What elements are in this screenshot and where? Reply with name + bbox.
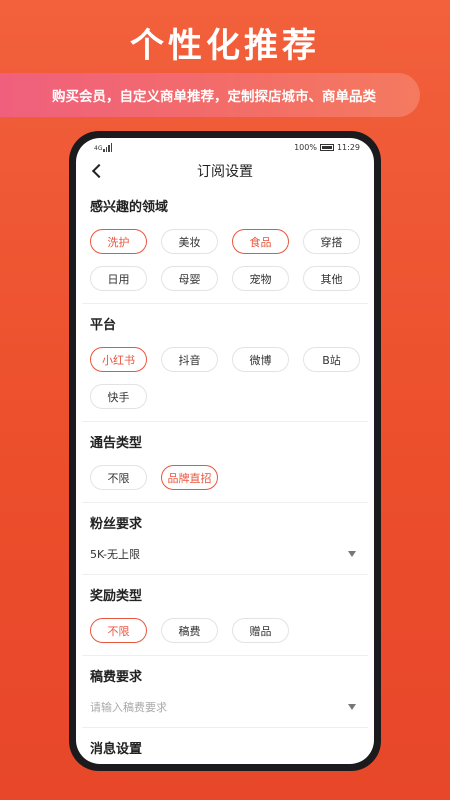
section-title: 粉丝要求 [90,517,143,532]
fee-input[interactable]: 请输入稿费要求 [90,685,360,727]
reward-chip[interactable]: 稿费 [161,618,218,643]
dropdown-caret-icon [348,704,356,710]
platform-chip[interactable]: B站 [303,347,360,372]
section-notice-type: 通告类型 不限 品牌直招 [82,422,368,503]
battery-percent: 100% [294,142,317,152]
field-chip[interactable]: 美妆 [161,229,218,254]
section-title: 通告类型 [90,436,143,451]
followers-value: 5K-无上限 [90,548,141,561]
promo-headline: 个性化推荐 [130,26,320,66]
followers-select[interactable]: 5K-无上限 [90,532,360,574]
section-fee: 稿费要求 请输入稿费要求 [82,656,368,728]
platform-chip[interactable]: 微博 [232,347,289,372]
section-fields: 感兴趣的领域 洗护 美妆 食品 穿搭日用 母婴 宠物 其他 [82,186,368,304]
nav-bar: 订阅设置 [76,156,374,186]
section-title: 奖励类型 [90,589,143,604]
chip-group-platform: 小红书 抖音 微博 B站快手 [90,333,360,421]
dropdown-caret-icon [348,551,356,557]
signal-icon: 4G [94,142,113,152]
chip-group-notice-type: 不限 品牌直招 [90,451,360,502]
field-chip[interactable]: 食品 [232,229,289,254]
reward-chip[interactable]: 赠品 [232,618,289,643]
section-reward: 奖励类型 不限 稿费 赠品 [82,575,368,656]
field-chip[interactable]: 洗护 [90,229,147,254]
section-title: 稿费要求 [90,670,143,685]
phone-screen: 4G 100% 11:29 订阅设置 感兴趣的领域 洗护 美妆 食品 穿搭日用 母婴 宠物… [76,138,374,764]
notice-type-chip[interactable]: 不限 [90,465,147,490]
status-bar: 4G 100% 11:29 [76,138,374,156]
page-title: 订阅设置 [197,164,253,180]
notice-type-chip[interactable]: 品牌直招 [161,465,218,490]
field-chip[interactable]: 其他 [303,266,360,291]
section-platform: 平台 小红书 抖音 微博 B站快手 [82,304,368,422]
phone-frame: 4G 100% 11:29 订阅设置 感兴趣的领域 洗护 美妆 食品 穿搭日用 母婴 宠物… [69,131,381,771]
status-time: 11:29 [336,142,360,152]
section-followers: 粉丝要求 5K-无上限 [82,503,368,575]
field-chip[interactable]: 日用 [90,266,147,291]
promo-subtitle: 购买会员，自定义商单推荐，定制探店城市、商单品类 [52,89,376,105]
platform-chip[interactable]: 抖音 [161,347,218,372]
field-chip[interactable]: 母婴 [161,266,218,291]
section-message: 消息设置 [82,728,368,757]
chip-group-reward: 不限 稿费 赠品 [90,604,360,655]
field-chip[interactable]: 穿搭 [303,229,360,254]
platform-chip[interactable]: 快手 [90,384,147,409]
promo-banner: 购买会员，自定义商单推荐，定制探店城市、商单品类 [0,73,420,117]
battery-icon [319,143,334,151]
platform-chip[interactable]: 小红书 [90,347,147,372]
fee-placeholder: 请输入稿费要求 [90,701,167,714]
reward-chip[interactable]: 不限 [90,618,147,643]
network-label: 4G [94,144,103,152]
chevron-left-icon[interactable] [90,162,104,180]
section-title: 平台 [90,318,117,333]
section-title[interactable]: 消息设置 [90,728,360,757]
field-chip[interactable]: 宠物 [232,266,289,291]
section-title: 感兴趣的领域 [90,200,169,215]
chip-group-fields: 洗护 美妆 食品 穿搭日用 母婴 宠物 其他 [90,215,360,303]
